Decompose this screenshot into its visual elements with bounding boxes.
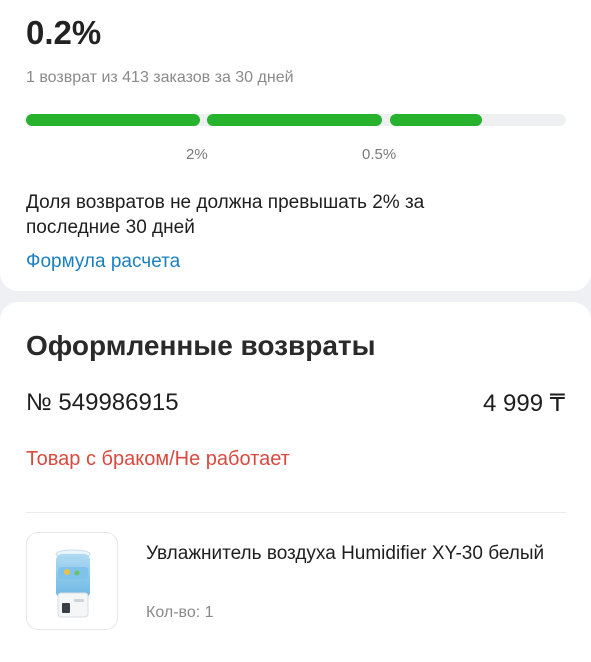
product-name[interactable]: Увлажнитель воздуха Humidifier XY-30 бел…	[146, 541, 546, 566]
return-reason: Товар с браком/Не работает	[26, 448, 290, 470]
threshold-label-05: 0.5%	[362, 146, 397, 163]
threshold-label-2: 2%	[186, 146, 208, 163]
return-rate-progress-bar	[26, 114, 566, 126]
humidifier-icon	[55, 549, 91, 618]
divider	[26, 512, 566, 513]
order-number[interactable]: № 549986915	[26, 389, 179, 417]
return-rate-note: Доля возвратов не должна превышать 2% за…	[26, 192, 425, 238]
return-rate-value: 0.2%	[26, 14, 102, 51]
product-thumbnail[interactable]	[26, 532, 118, 630]
formula-link[interactable]: Формула расчета	[26, 251, 180, 273]
progress-segment-2	[207, 114, 382, 126]
return-rate-card: 0.2% 1 возврат из 413 заказов за 30 дней…	[0, 0, 591, 291]
returns-title: Оформленные возвраты	[26, 330, 376, 361]
progress-segment-1	[26, 114, 200, 126]
product-quantity: Кол-во: 1	[146, 604, 214, 621]
return-rate-subtitle: 1 возврат из 413 заказов за 30 дней	[26, 69, 294, 86]
order-price: 4 999 ₸	[483, 390, 565, 417]
progress-segment-3	[390, 114, 482, 126]
